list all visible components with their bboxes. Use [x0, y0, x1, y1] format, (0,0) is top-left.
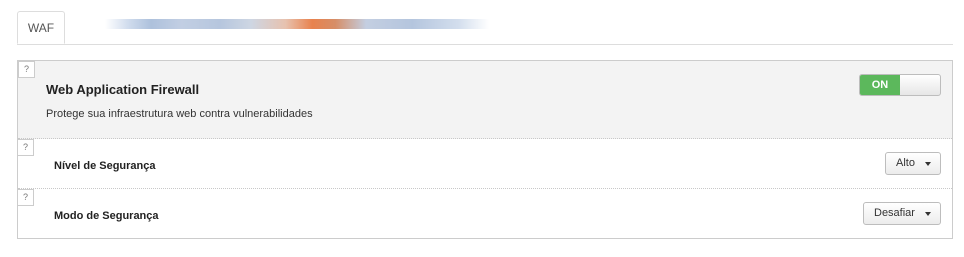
- security-level-dropdown[interactable]: Alto: [885, 152, 941, 175]
- security-mode-dropdown[interactable]: Desafiar: [863, 202, 941, 225]
- security-level-row: ? Nível de Segurança Alto: [17, 139, 952, 189]
- help-icon[interactable]: ?: [17, 189, 34, 206]
- security-mode-label: Modo de Segurança: [54, 210, 159, 222]
- waf-toggle-switch[interactable]: ON: [859, 74, 941, 96]
- security-mode-row: ? Modo de Segurança Desafiar: [17, 189, 952, 238]
- caret-down-icon: [925, 162, 931, 166]
- help-icon[interactable]: ?: [17, 139, 34, 156]
- tab-strip-decoration: [105, 19, 489, 29]
- security-level-label: Nível de Segurança: [54, 160, 156, 172]
- security-level-value: Alto: [896, 157, 915, 169]
- help-icon[interactable]: ?: [18, 61, 35, 78]
- waf-description: Protege sua infraestrutura web contra vu…: [46, 108, 313, 120]
- security-mode-value: Desafiar: [874, 207, 915, 219]
- waf-row: ? Web Application Firewall Protege sua i…: [18, 61, 952, 139]
- waf-settings-panel: ? Web Application Firewall Protege sua i…: [17, 60, 953, 239]
- waf-title: Web Application Firewall: [46, 82, 200, 97]
- toggle-on-label: ON: [860, 75, 900, 95]
- caret-down-icon: [925, 212, 931, 216]
- tab-bar: WAF: [17, 11, 953, 45]
- tab-waf[interactable]: WAF: [17, 11, 65, 44]
